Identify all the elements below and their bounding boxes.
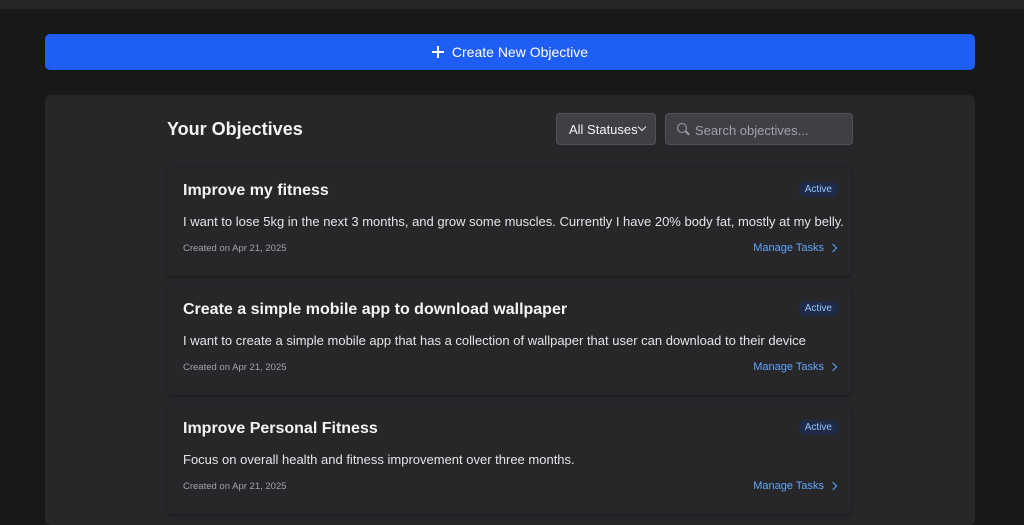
objectives-panel: Your Objectives All Statuses Improve my … bbox=[45, 95, 975, 525]
create-button-label: Create New Objective bbox=[451, 44, 589, 60]
chevron-right-icon bbox=[828, 243, 838, 253]
status-badge: Active bbox=[798, 420, 838, 435]
status-badge: Active bbox=[798, 182, 838, 197]
status-badge: Active bbox=[798, 301, 838, 316]
objective-description: I want to create a simple mobile app tha… bbox=[183, 333, 806, 348]
manage-tasks-label: Manage Tasks bbox=[753, 480, 824, 492]
plus-icon bbox=[431, 46, 444, 58]
created-date: Created on Apr 21, 2025 bbox=[183, 243, 287, 254]
manage-tasks-link[interactable]: Manage Tasks bbox=[753, 480, 838, 492]
objective-card: Improve Personal Fitness Active Focus on… bbox=[167, 406, 852, 514]
objective-title: Create a simple mobile app to download w… bbox=[183, 301, 568, 318]
objective-card: Improve my fitness Active I want to lose… bbox=[167, 168, 852, 276]
search-icon bbox=[677, 123, 687, 133]
top-bar bbox=[0, 0, 1024, 9]
manage-tasks-label: Manage Tasks bbox=[753, 242, 824, 254]
create-new-objective-button[interactable]: Create New Objective bbox=[45, 34, 975, 70]
manage-tasks-label: Manage Tasks bbox=[753, 361, 824, 373]
created-date: Created on Apr 21, 2025 bbox=[183, 481, 287, 492]
search-input[interactable] bbox=[693, 114, 852, 146]
status-filter-select[interactable]: All Statuses bbox=[556, 113, 656, 145]
search-box bbox=[665, 113, 853, 146]
chevron-right-icon bbox=[828, 362, 838, 372]
chevron-right-icon bbox=[828, 481, 838, 491]
objective-description: I want to lose 5kg in the next 3 months,… bbox=[183, 214, 844, 229]
objective-title: Improve my fitness bbox=[183, 182, 329, 199]
page-title: Your Objectives bbox=[167, 119, 303, 139]
manage-tasks-link[interactable]: Manage Tasks bbox=[753, 242, 838, 254]
objective-title: Improve Personal Fitness bbox=[183, 420, 378, 437]
created-date: Created on Apr 21, 2025 bbox=[183, 362, 287, 373]
objective-card: Create a simple mobile app to download w… bbox=[167, 287, 852, 395]
objective-description: Focus on overall health and fitness impr… bbox=[183, 452, 575, 467]
chevron-down-icon bbox=[637, 122, 647, 132]
manage-tasks-link[interactable]: Manage Tasks bbox=[753, 361, 838, 373]
status-filter-value: All Statuses bbox=[569, 121, 638, 137]
